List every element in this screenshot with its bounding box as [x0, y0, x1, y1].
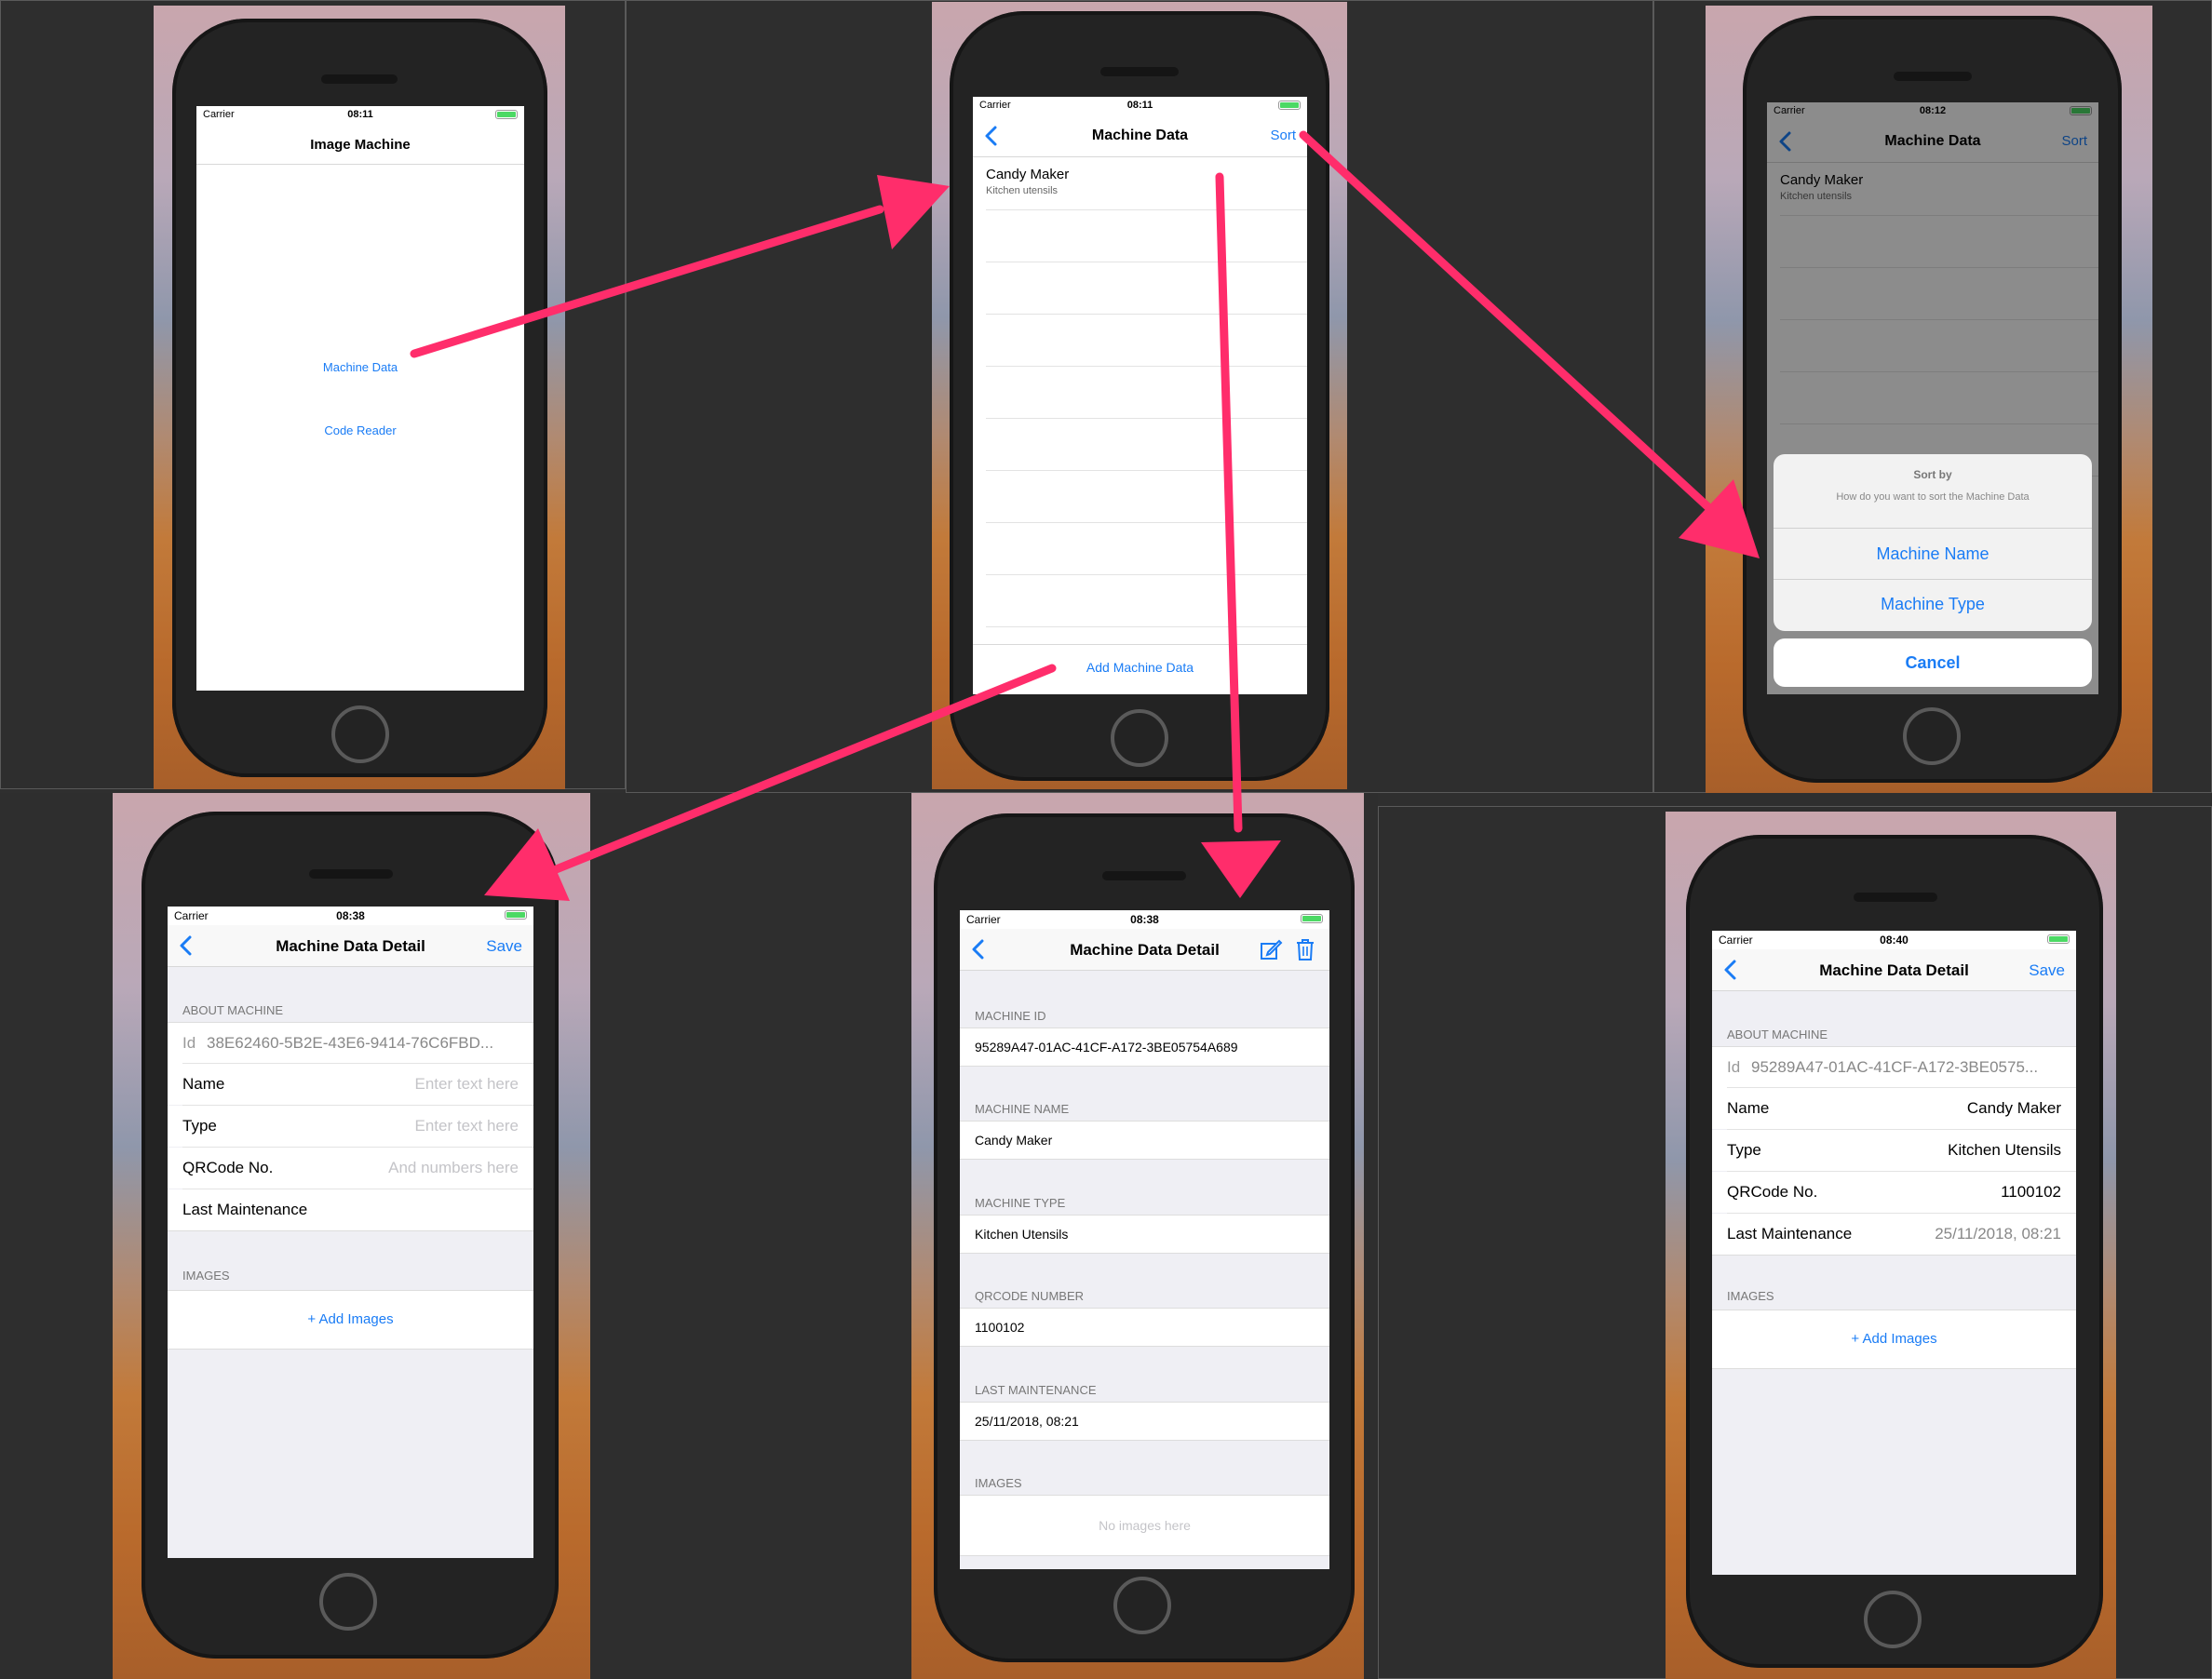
arrow-to-sort-sheet [1299, 130, 1713, 512]
flow-arrows [410, 130, 1760, 901]
arrow-to-detail-head [1201, 840, 1281, 898]
arrow-to-add-form [549, 664, 1057, 875]
arrow-to-machine-data [410, 205, 884, 358]
arrow-to-detail [1215, 172, 1243, 833]
arrow-to-machine-data-head [877, 175, 950, 249]
